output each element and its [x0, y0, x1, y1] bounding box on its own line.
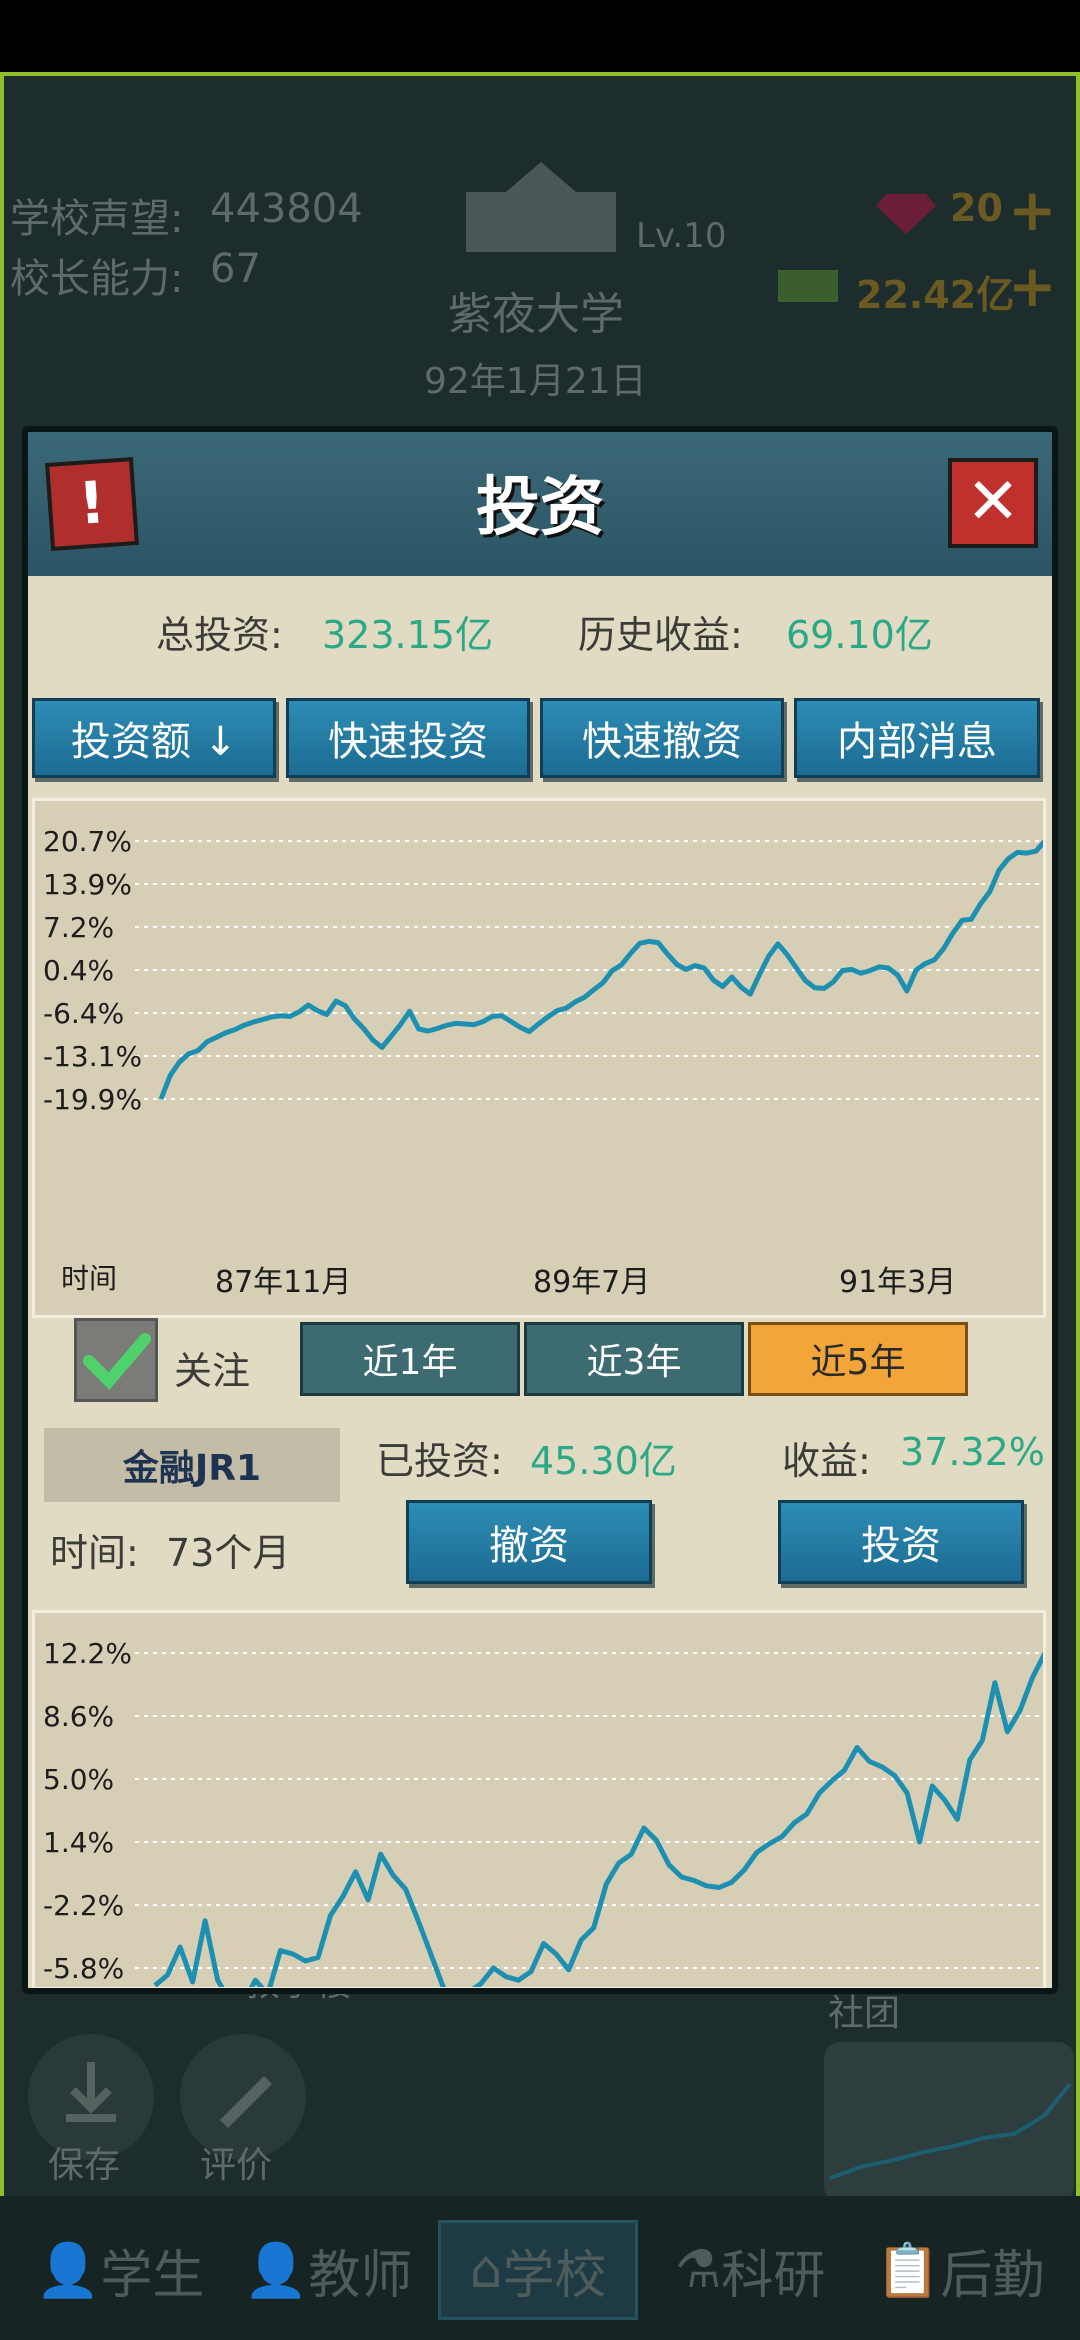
nav-teachers[interactable]: 👤 教师: [228, 2220, 428, 2320]
nav-school-label: 学校: [502, 2245, 607, 2306]
date-text: 92年1月21日: [424, 361, 647, 402]
nav-logistics-label: 后勤: [940, 2245, 1045, 2306]
ytick-label: 1.4%: [43, 1826, 114, 1859]
withdraw-button[interactable]: 撤资: [406, 1500, 652, 1584]
ytick-label: -2.2%: [43, 1889, 124, 1922]
history-profit-label: 历史收益:: [578, 613, 743, 657]
fund-time-value: 73个月: [166, 1531, 291, 1575]
modal-title: 投资: [476, 471, 604, 545]
ytick-label: -19.9%: [43, 1083, 142, 1116]
reputation-value: 443804: [210, 186, 363, 232]
gem-icon: [876, 194, 936, 234]
invested-label: 已投资:: [376, 1439, 503, 1483]
principal-label: 校长能力:: [10, 256, 184, 302]
ytick-label: 5.0%: [43, 1763, 114, 1796]
nav-students[interactable]: 👤 学生: [20, 2220, 220, 2320]
nav-logistics[interactable]: 📋 后勤: [860, 2220, 1060, 2320]
xtick-1: 89年7月: [533, 1265, 651, 1300]
add-gem-icon[interactable]: +: [1008, 176, 1057, 244]
ytick-label: -6.4%: [43, 997, 124, 1030]
total-invest-value: 323.15亿: [322, 613, 493, 657]
gem-count: 20: [950, 186, 1003, 230]
period-1y-button[interactable]: 近1年: [300, 1322, 520, 1396]
investment-modal: ! 投资 ✕ 总投资: 323.15亿 历史收益: 69.10亿 投资额 ↓ 快…: [22, 426, 1058, 1994]
profit-value: 37.32%: [900, 1430, 1045, 1474]
ytick-label: 13.9%: [43, 868, 132, 901]
ytick-label: 20.7%: [43, 825, 132, 858]
ytick-label: -5.8%: [43, 1952, 124, 1985]
bottom-nav: 👤 学生 👤 教师 ⌂ 学校 ⚗ 科研 📋 后勤: [0, 2196, 1080, 2340]
nav-students-label: 学生: [100, 2245, 205, 2306]
time-axis-label: 时间: [61, 1262, 118, 1295]
school-icon: ⌂: [469, 2240, 503, 2300]
ytick-label: 0.4%: [43, 954, 114, 987]
nav-research-label: 科研: [721, 2245, 826, 2306]
school-name: 紫夜大学: [448, 289, 624, 340]
chart-bottom: 12.2% 8.6% 5.0% 1.4% -2.2% -5.8%: [43, 1637, 1043, 1987]
chart-panel-top: 20.7% 13.9% 7.2% 0.4% -6.4% -13.1% -19.9% 时间 8…: [32, 798, 1046, 1318]
chart-top: 20.7% 13.9% 7.2% 0.4% -6.4% -13.1% -19.9%: [43, 825, 1043, 1116]
chart-panel-bottom: 12.2% 8.6% 5.0% 1.4% -2.2% -5.8%: [32, 1610, 1046, 1988]
principal-value: 67: [210, 246, 261, 292]
ytick-label: 7.2%: [43, 911, 114, 944]
tab-insider-news[interactable]: 内部消息: [794, 698, 1040, 778]
period-3y-button[interactable]: 近3年: [524, 1322, 744, 1396]
history-profit-value: 69.10亿: [786, 613, 933, 657]
tab-invest-amount[interactable]: 投资额 ↓: [32, 698, 276, 778]
xtick-0: 87年11月: [215, 1265, 352, 1300]
school-building-icon: [466, 162, 616, 252]
clipboard-icon: 📋: [875, 2240, 941, 2301]
ytick-label: -13.1%: [43, 1040, 142, 1073]
nav-school[interactable]: ⌂ 学校: [438, 2220, 638, 2320]
nav-research[interactable]: ⚗ 科研: [650, 2220, 850, 2320]
money-amount: 22.42亿: [856, 273, 1015, 317]
invest-button[interactable]: 投资: [778, 1500, 1024, 1584]
total-invest-label: 总投资:: [156, 613, 283, 657]
close-icon: ✕: [966, 465, 1020, 539]
follow-checkbox[interactable]: [74, 1318, 158, 1402]
period-5y-button[interactable]: 近5年: [748, 1322, 968, 1396]
student-icon: 👤: [35, 2240, 101, 2301]
close-button[interactable]: ✕: [948, 458, 1038, 548]
ytick-label: 8.6%: [43, 1700, 114, 1733]
level-text: Lv.10: [636, 216, 727, 256]
mini-chart-widget[interactable]: [824, 2042, 1074, 2202]
review-label: 评价: [200, 2145, 273, 2186]
mini-chart-line: [829, 2082, 1072, 2180]
reputation-label: 学校声望:: [10, 196, 184, 242]
profit-label: 收益:: [782, 1439, 871, 1483]
money-icon: [778, 270, 838, 302]
save-label: 保存: [48, 2145, 121, 2186]
teacher-icon: 👤: [243, 2240, 309, 2301]
series-line: [153, 1651, 1043, 1987]
nav-teachers-label: 教师: [308, 2245, 413, 2306]
add-money-icon[interactable]: +: [1008, 252, 1057, 320]
fund-name-tag: 金融JR1: [44, 1428, 340, 1502]
follow-label: 关注: [174, 1349, 251, 1393]
flask-icon: ⚗: [674, 2240, 722, 2300]
xtick-2: 91年3月: [839, 1265, 957, 1300]
invested-value: 45.30亿: [530, 1439, 677, 1483]
fund-time-label: 时间:: [50, 1531, 139, 1575]
ytick-label: 12.2%: [43, 1637, 132, 1670]
tab-quick-withdraw[interactable]: 快速撤资: [540, 698, 784, 778]
tab-quick-invest[interactable]: 快速投资: [286, 698, 530, 778]
check-icon: [83, 1333, 151, 1390]
